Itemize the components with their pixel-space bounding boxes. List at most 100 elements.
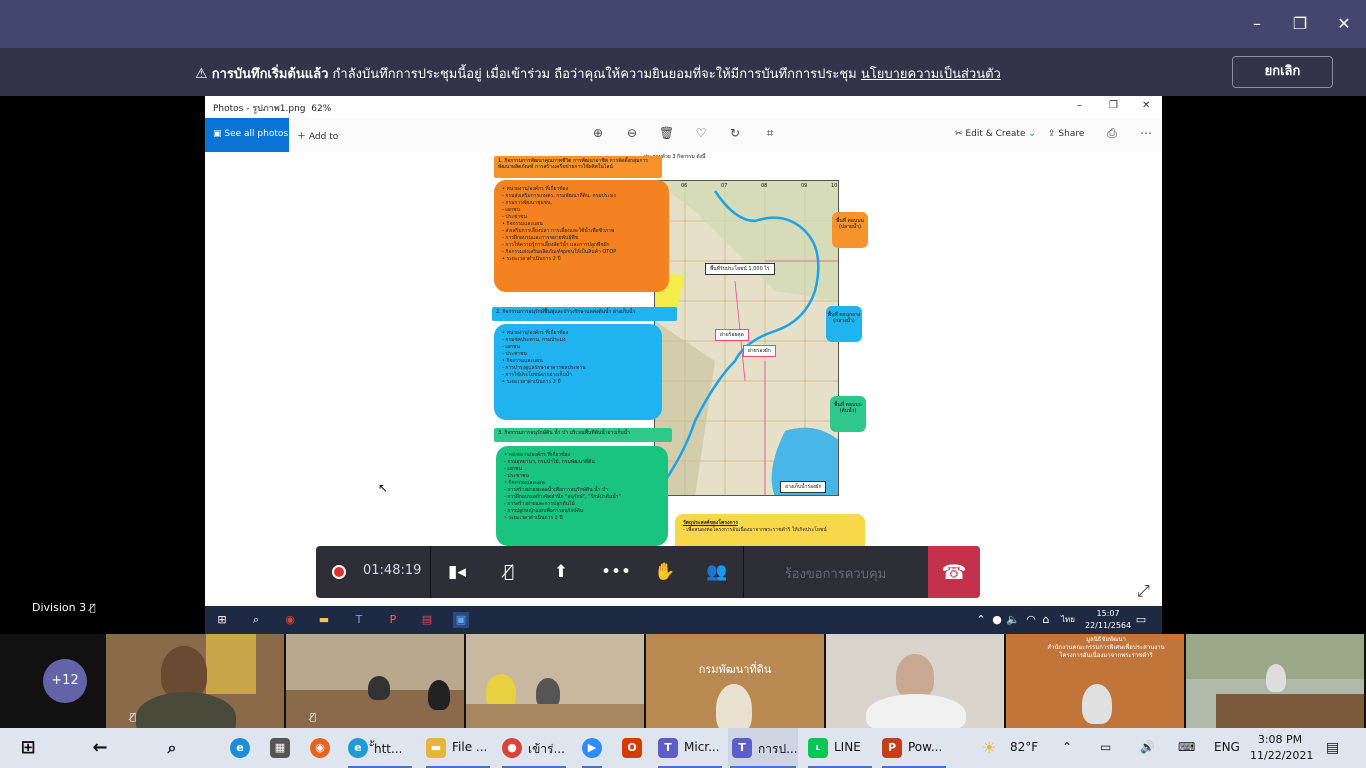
objective-text: - เพื่อสนองต่อโครงการอันเนื่องมาจากพระรา… [683,527,827,533]
see-all-photos-button[interactable]: ▣ See all photos [205,118,289,152]
photo-icon: ▣ [213,129,222,139]
portrait-frame [206,634,256,694]
remote-wifi-icon[interactable]: ◠ [1023,612,1039,628]
remote-photos-icon[interactable]: ▣ [453,612,469,628]
weather-temp[interactable]: 82°F [1010,740,1038,754]
cancel-recording-button[interactable]: ยกเลิก [1232,56,1333,88]
taskbar-app-office[interactable]: O [618,728,646,768]
remote-teams-icon[interactable]: T [351,612,367,628]
taskbar-app-teams-1[interactable]: T Micr... [656,728,724,768]
remote-notification-icon[interactable]: ▭ [1133,612,1149,628]
start-button[interactable]: ⊞ [14,728,42,768]
edit-create-button[interactable]: ✂ Edit & Create ⌄ [955,129,1036,139]
participant-body [136,692,236,728]
camera-icon[interactable]: ▮◂ [445,560,469,584]
remote-powerpoint-icon[interactable]: P [385,612,401,628]
section1-line: • หน่วยงาน/องค์กร ที่เกี่ยวข้อง [502,186,569,192]
more-participants-button[interactable]: +12 [43,659,87,703]
share-icon: ⇪ [1048,129,1056,139]
search-button[interactable]: ⌕ [158,728,186,768]
taskbar-app-chrome[interactable]: ● เข้าร่... [500,728,568,768]
svg-text:09: 09 [801,183,807,189]
participant-tile-7[interactable] [1186,634,1364,728]
minimize-button[interactable]: – [1245,12,1269,36]
mic-muted-icon[interactable]: 🎙̸ [497,560,521,584]
participant-body [716,684,752,728]
print-icon[interactable]: ⎙ [1105,126,1119,140]
taskbar-store[interactable]: ▦ [266,728,294,768]
request-control-button[interactable]: ร้องขอการควบคุม [743,563,928,584]
remote-mic-icon[interactable]: ● [989,612,1005,628]
remote-search-icon[interactable]: ⌕ [248,612,264,628]
zoom-in-icon[interactable]: ⊕ [591,126,605,140]
photos-close-icon[interactable]: ✕ [1142,100,1150,111]
tray-chevron-icon[interactable]: ⌃ [1062,740,1072,754]
input-language[interactable]: ENG [1214,740,1240,754]
edit-icon: ✂ [955,129,963,139]
photos-minimize-icon[interactable]: – [1077,100,1082,111]
recording-message: ⚠ การบันทึกเริ่มต้นแล้ว กำลังบันทึกการปร… [195,63,1001,84]
office-icon: O [622,738,642,758]
active-speaker-label: Division 3 🎙̸ [32,601,96,614]
close-button[interactable]: ✕ [1332,12,1356,36]
keyboard-icon[interactable]: ⌨ [1178,740,1195,754]
participant-face [161,646,207,698]
maximize-button[interactable]: ❐ [1288,12,1312,36]
participants-icon[interactable]: 👥 [705,560,729,584]
taskbar-app-line[interactable]: L LINE [806,728,874,768]
share-button[interactable]: ⇪ Share [1048,129,1084,139]
svg-text:08: 08 [761,183,767,189]
zoom-out-icon[interactable]: ⊖ [625,126,639,140]
delete-icon[interactable]: 🗑 [659,126,674,140]
taskbar-firefox[interactable]: ◉ [306,728,334,768]
taskbar-edge[interactable]: e [226,728,254,768]
section3-header: 3. กิจกรรมการอนุรักษ์ดิน น้ำ ป่า บริเวณพ… [494,428,672,442]
taskbar-app-file-explorer[interactable]: ▬ File ... [424,728,492,768]
weather-icon[interactable]: ☀ [982,738,996,757]
remote-language[interactable]: ไทย [1057,612,1079,628]
more-options-icon[interactable]: ⋯ [1139,126,1153,140]
participant-tile-2[interactable]: 🎙̸ [286,634,464,728]
remote-tray-chevron-icon[interactable]: ⌃ [973,612,989,628]
favorite-icon[interactable]: ♡ [694,126,708,140]
participant-tile-5[interactable] [826,634,1004,728]
notification-icon[interactable]: ▤ [1326,740,1339,756]
hang-up-button[interactable]: ☎ [928,546,980,598]
expand-icon[interactable]: ⤢ [1137,581,1150,601]
remote-chrome-icon[interactable]: ◉ [282,612,298,628]
taskbar-app-ie[interactable]: e ั้htt... [346,728,414,768]
section2-header: 2. กิจกรรมการอนุรักษ์ฟื้นฟูและบำรุงรักษา… [492,307,677,321]
back-button[interactable]: ← [86,728,114,768]
remote-folder-icon[interactable]: ▬ [316,612,332,628]
svg-text:07: 07 [721,183,727,189]
remote-windows-icon[interactable]: ⊞ [214,612,230,628]
remote-volume-icon[interactable]: 🔈 [1005,612,1021,628]
edge-icon: e [230,738,250,758]
battery-icon[interactable]: ▭ [1100,740,1111,754]
taskbar-app-powerpoint[interactable]: P Pow... [880,728,948,768]
participant-tile-6[interactable]: มูลนิธิชัยพัฒนา สำนักงานคณะกรรมการพิเศษเ… [1006,634,1184,728]
taskbar-app-teams-meeting[interactable]: T การป... [728,728,798,768]
zone-source: พื้นที่ ตอนบน (ต้นน้ำ) [830,396,866,432]
volume-icon[interactable]: 🔊 [1140,740,1155,754]
add-to-button[interactable]: ＋ Add to [297,129,338,142]
raise-hand-icon[interactable]: ✋ [653,560,677,584]
remote-pdf-icon[interactable]: ▤ [419,612,435,628]
privacy-policy-link[interactable]: นโยบายความเป็นส่วนตัว [861,67,1001,82]
more-actions-icon[interactable]: ••• [601,560,631,584]
rotate-icon[interactable]: ↻ [728,126,742,140]
system-clock[interactable]: 3:08 PM 11/22/2021 [1250,732,1313,764]
share-screen-icon[interactable]: ⬆ [549,560,573,584]
participant-tile-4[interactable]: กรมพัฒนาที่ดิน [646,634,824,728]
recording-consent-text: กำลังบันทึกการประชุมนี้อยู่ เมื่อเข้าร่ว… [332,67,857,82]
participant-tile-1[interactable]: 🎙̸ [106,634,284,728]
mic-off-icon: 🎙̸ [89,603,96,614]
crop-icon[interactable]: ⌗ [763,126,777,140]
photos-maximize-icon[interactable]: ❐ [1109,100,1118,111]
remote-network-icon[interactable]: ⌂ [1038,612,1054,628]
participant-tile-3[interactable] [466,634,644,728]
teams-icon: T [658,738,678,758]
meeting-timer: 01:48:19 [363,563,422,578]
taskbar-app-zoom[interactable]: ▶ [578,728,606,768]
zone-middle: พื้นที่ ตอนกลาง (กลางน้ำ) [826,306,862,342]
